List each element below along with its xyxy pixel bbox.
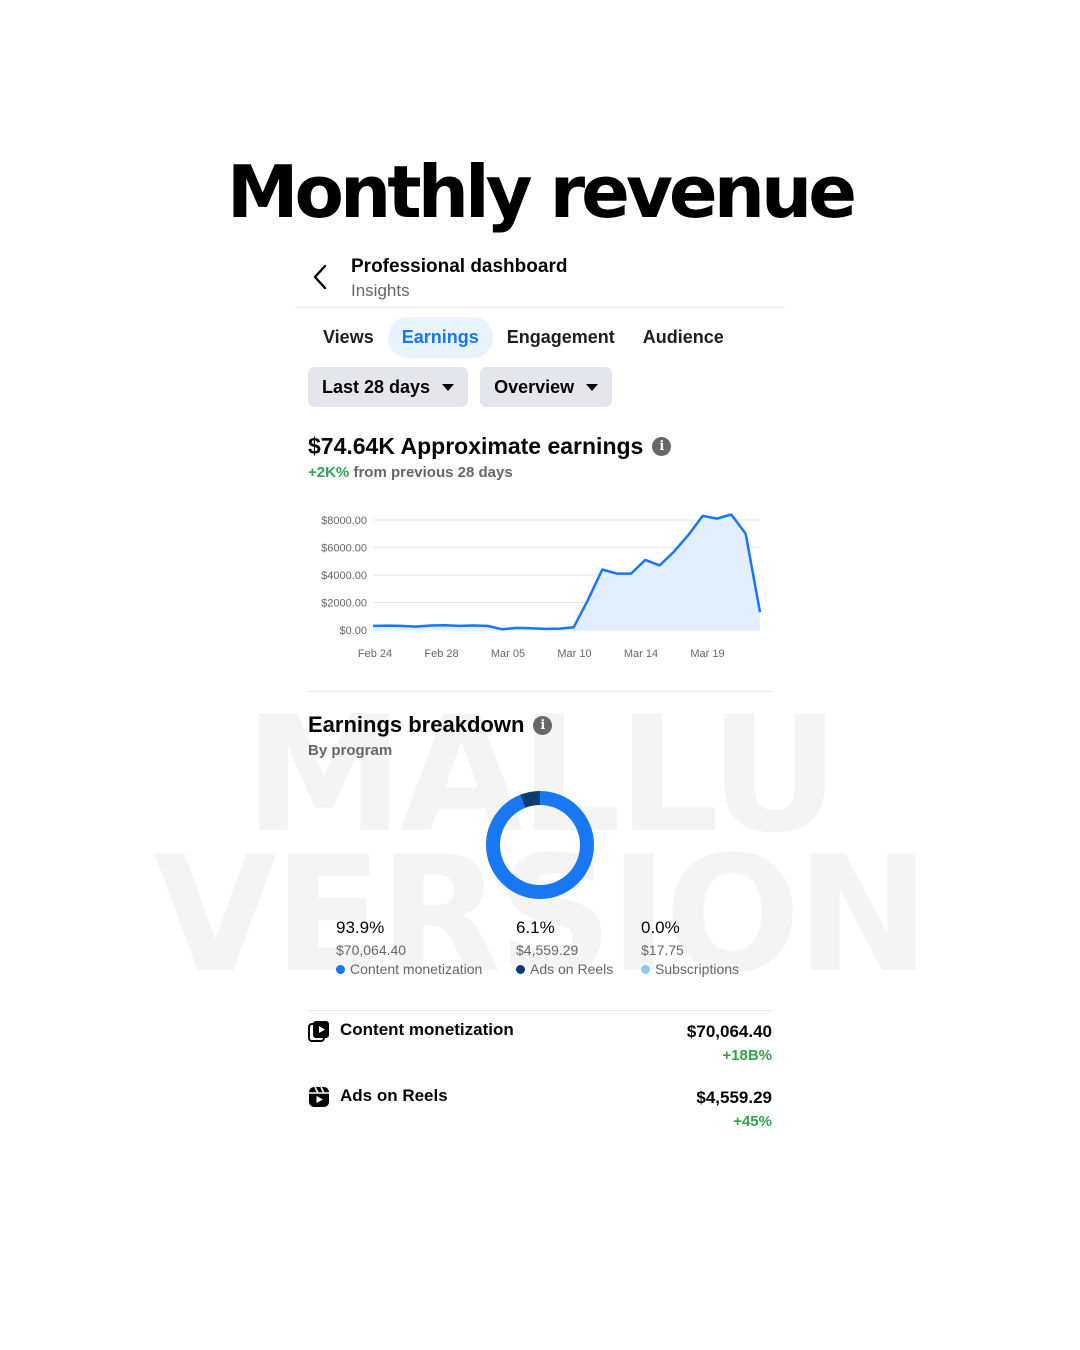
content-monetization-icon [308,1021,329,1042]
x-tick-label: Feb 24 [358,648,392,660]
legend-label: Ads on Reels [530,961,614,977]
donut-slice-content-monetization [486,791,594,899]
legend-dot [641,964,650,974]
reels-icon [309,1086,329,1107]
earnings-headline: $74.64K Approximate earnings [308,433,644,459]
caret-down-icon [586,383,599,391]
x-tick-label: Mar 05 [491,648,525,660]
dashboard-screen: Professional dashboard Insights Views Ea… [295,250,785,1130]
caret-down-icon [442,383,455,391]
legend-percent: 0.0% [641,918,680,937]
program-value: $70,064.40 [686,1022,772,1041]
x-tick-label: Mar 14 [624,648,658,660]
breakdown-subtitle: By program [308,742,393,759]
legend-label: Subscriptions [655,961,740,977]
legend-value: $70,064.40 [336,942,407,958]
breakdown-donut-chart [486,791,594,899]
tab-earnings[interactable]: Earnings [387,317,493,358]
earnings-total: $74.64K Approximate earnings i [308,433,672,460]
legend-name: Ads on Reels [516,961,613,977]
legend-name: Subscriptions [641,961,739,977]
x-tick-label: Mar 10 [557,648,591,660]
tab-views[interactable]: Views [309,317,388,358]
earnings-change-value: +2K% [308,464,350,481]
tab-bar: Views Earnings Engagement Audience [309,317,738,358]
breakdown-title-text: Earnings breakdown [308,712,525,737]
period-dropdown-label: Last 28 days [322,376,431,397]
earnings-change-text: from previous 28 days [349,464,513,481]
tab-engagement[interactable]: Engagement [493,317,629,358]
program-change: +45% [733,1113,772,1130]
program-change: +18B% [722,1047,772,1064]
y-tick-label: $0.00 [339,625,367,637]
program-name: Ads on Reels [340,1086,448,1105]
legend-item-subscriptions: 0.0% $17.75 Subscriptions [641,918,739,977]
earnings-change: +2K% from previous 28 days [308,464,513,481]
y-tick-label: $4000.00 [321,570,367,582]
legend-item-ads-on-reels: 6.1% $4,559.29 Ads on Reels [516,918,613,977]
legend-percent: 93.9% [336,918,385,937]
legend-dot [516,964,525,974]
info-icon[interactable]: i [533,715,553,735]
info-icon[interactable]: i [652,437,672,456]
legend-percent: 6.1% [516,918,555,937]
earnings-line-chart: $0.00 $2000.00 $4000.00 $6000.00 $8000.00 Feb… [321,513,762,660]
y-tick-label: $8000.00 [321,515,367,527]
page-title: Professional dashboard [351,256,568,277]
breakdown-title: Earnings breakdown i [308,712,553,738]
page-subtitle: Insights [351,281,410,300]
legend-name: Content monetization [336,961,482,977]
section-divider [308,1010,772,1011]
filter-bar: Last 28 days Overview [308,367,624,407]
legend-value: $4,559.29 [516,942,579,958]
top-bar: Professional dashboard Insights [295,250,785,308]
view-dropdown[interactable]: Overview [480,367,613,407]
y-tick-label: $6000.00 [321,543,367,555]
legend-label: Content monetization [350,961,483,977]
legend-dot [336,964,345,974]
x-tick-label: Mar 19 [690,648,724,660]
view-dropdown-label: Overview [494,376,575,397]
tab-audience[interactable]: Audience [629,317,738,358]
program-value: $4,559.29 [696,1088,772,1107]
x-tick-label: Feb 28 [424,648,458,660]
legend-value: $17.75 [641,942,684,958]
period-dropdown[interactable]: Last 28 days [308,367,469,407]
section-divider [308,691,772,692]
back-arrow-icon[interactable] [309,262,333,292]
program-name: Content monetization [340,1020,514,1039]
earnings-area-fill [373,514,760,630]
y-tick-label: $2000.00 [321,598,367,610]
legend-item-content-monetization: 93.9% $70,064.40 Content monetization [336,918,482,977]
page-headline: Monthly revenue [226,150,857,234]
